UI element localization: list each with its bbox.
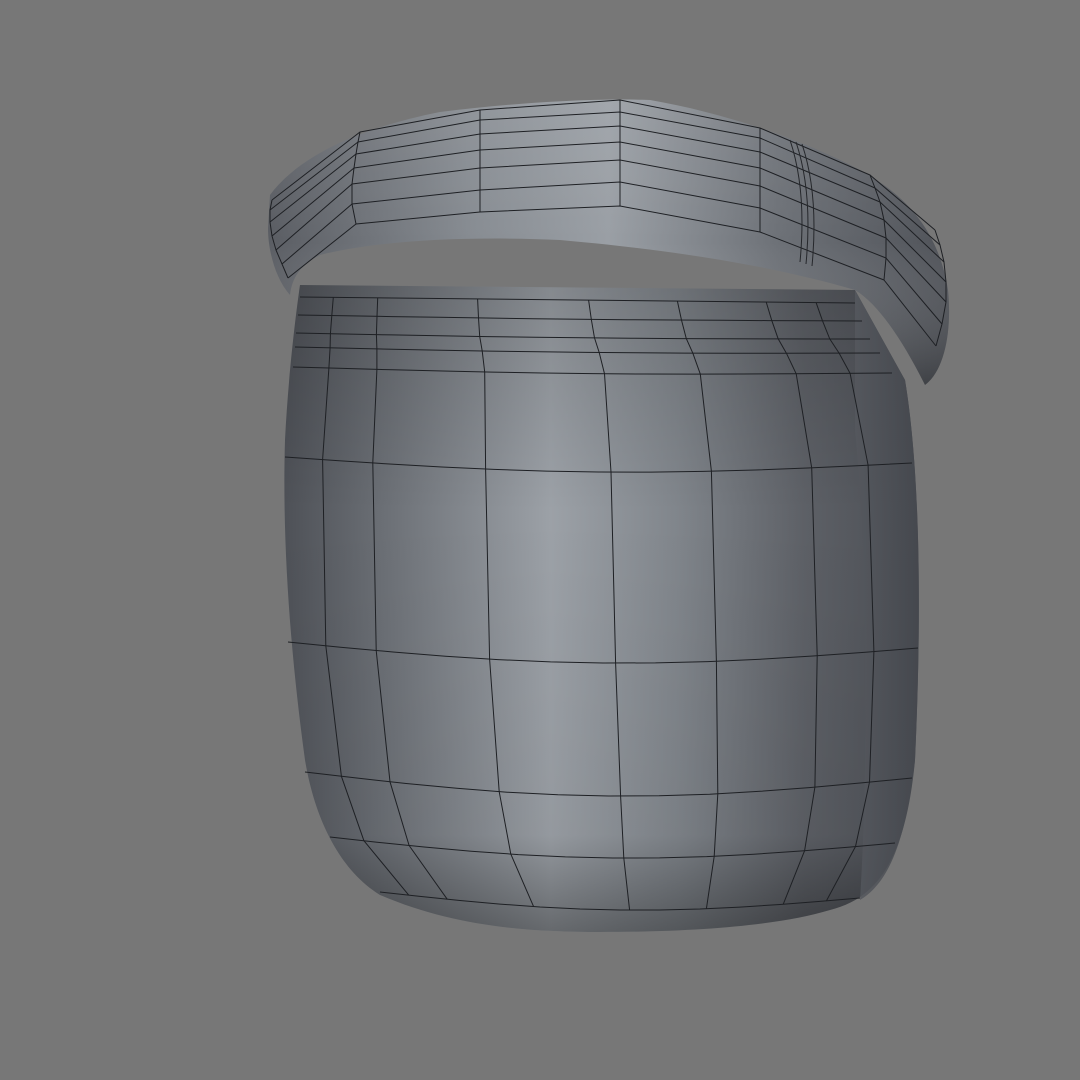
sack-body (284, 285, 919, 932)
3d-viewport[interactable] (0, 0, 1080, 1080)
viewport-canvas (268, 99, 950, 932)
